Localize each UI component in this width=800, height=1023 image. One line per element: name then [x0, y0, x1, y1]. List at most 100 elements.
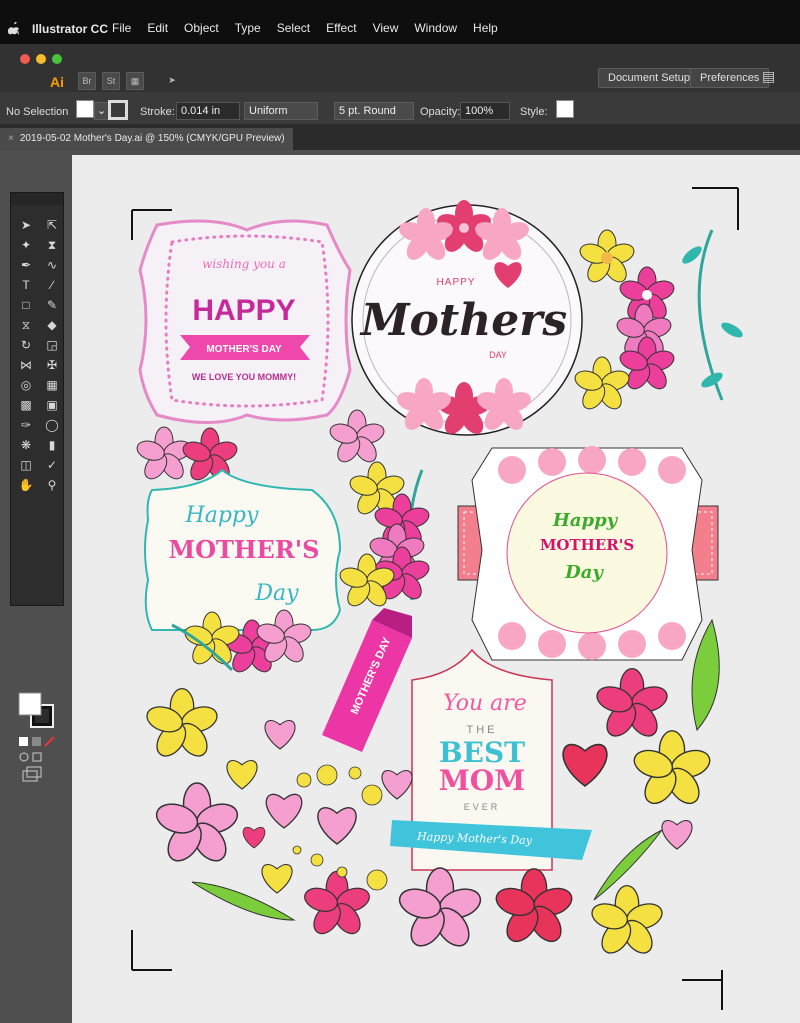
- symbol-sprayer-tool-icon[interactable]: ❋: [17, 437, 35, 453]
- mesh-tool-icon[interactable]: ▩: [17, 397, 35, 413]
- badge5-ever: EVER: [464, 802, 501, 812]
- type-tool-icon[interactable]: T: [17, 277, 35, 293]
- graphic-style-swatch[interactable]: [556, 100, 574, 118]
- eyedropper-tool-icon[interactable]: ✑: [17, 417, 35, 433]
- blend-tool-icon[interactable]: ◯: [43, 417, 61, 433]
- flower-cluster-right[interactable]: [572, 229, 745, 414]
- apple-icon[interactable]: [8, 22, 20, 36]
- fill-dropdown-chevron-icon[interactable]: ⌄: [94, 102, 110, 120]
- shape-builder-tool-icon[interactable]: ◎: [17, 377, 35, 393]
- badge-happy-mothers-day-round[interactable]: HAPPY Mothers DAY: [351, 200, 583, 438]
- column-graph-tool-icon[interactable]: ▮: [43, 437, 61, 453]
- menu-edit[interactable]: Edit: [147, 21, 168, 35]
- perspective-grid-tool-icon[interactable]: ▦: [43, 377, 61, 393]
- close-tab-icon[interactable]: ×: [8, 133, 14, 144]
- pen-tool-icon[interactable]: ✒: [17, 257, 35, 273]
- control-bar: No Selection ⌄ Stroke: 0.014 in Uniform …: [0, 92, 800, 124]
- menu-file[interactable]: File: [112, 21, 131, 35]
- window-controls: [20, 54, 62, 64]
- puppet-warp-tool-icon[interactable]: ✠: [43, 357, 61, 373]
- badge3-happy: Happy: [185, 503, 259, 528]
- badge2-day: DAY: [489, 350, 507, 360]
- gpu-performance-icon[interactable]: ➤: [164, 72, 180, 88]
- rotate-tool-icon[interactable]: ↻: [17, 337, 35, 353]
- menu-object[interactable]: Object: [184, 21, 219, 35]
- badge4-mothers: MOTHER'S: [540, 536, 634, 554]
- document-tab-bar: × 2019-05-02 Mother's Day.ai @ 150% (CMYK…: [0, 124, 800, 150]
- document-tab[interactable]: × 2019-05-02 Mother's Day.ai @ 150% (CMYK…: [0, 128, 293, 150]
- small-flowers-left[interactable]: [134, 409, 387, 485]
- document-tab-title: 2019-05-02 Mother's Day.ai @ 150% (CMYK/…: [19, 133, 285, 144]
- menu-window[interactable]: Window: [414, 21, 457, 35]
- badge3-day: Day: [254, 581, 299, 606]
- system-menu-bar: Illustrator CC File Edit Object Type Sel…: [0, 0, 800, 44]
- badge-happy-mothers-day-cream[interactable]: Happy MOTHER'S Day: [457, 446, 719, 661]
- direct-selection-tool-icon[interactable]: ⇱: [43, 217, 61, 233]
- badge5-mom: MOM: [439, 764, 525, 797]
- selection-status: No Selection: [6, 106, 69, 118]
- selection-tool-icon[interactable]: ➤: [17, 217, 35, 233]
- menu-view[interactable]: View: [373, 21, 399, 35]
- zoom-window-button[interactable]: [52, 54, 62, 64]
- flower-column-center[interactable]: [337, 461, 432, 611]
- align-panel-icon[interactable]: ▤: [762, 68, 782, 86]
- artboard-tool-icon[interactable]: ◫: [17, 457, 35, 473]
- variable-width-profile-select[interactable]: Uniform: [244, 102, 318, 120]
- badge1-happy: HAPPY: [192, 294, 295, 327]
- paintbrush-tool-icon[interactable]: ✎: [43, 297, 61, 313]
- badge-best-mom[interactable]: You are THE BEST MOM EVER Happy Mother's…: [390, 648, 592, 871]
- badge2-mothers: Mothers: [359, 295, 567, 346]
- menu-select[interactable]: Select: [277, 21, 310, 35]
- line-tool-icon[interactable]: ∕: [43, 277, 61, 293]
- width-tool-icon[interactable]: ⋈: [17, 357, 35, 373]
- close-window-button[interactable]: [20, 54, 30, 64]
- magic-wand-tool-icon[interactable]: ✦: [17, 237, 35, 253]
- curvature-tool-icon[interactable]: ∿: [43, 257, 61, 273]
- gradient-tool-icon[interactable]: ▣: [43, 397, 61, 413]
- rectangle-tool-icon[interactable]: □: [17, 297, 35, 313]
- stroke-label: Stroke:: [140, 106, 175, 118]
- badge-happy-mothers-day-pink[interactable]: wishing you a HAPPY MOTHER'S DAY WE LOVE…: [138, 219, 352, 424]
- preferences-button[interactable]: Preferences: [690, 68, 770, 88]
- badge2-happy: HAPPY: [437, 277, 476, 288]
- ribbon-mothers-day[interactable]: MOTHER'S DAY: [322, 608, 412, 752]
- application-bar: Ai Br St ▦ ➤ Document Setup Preferences …: [0, 44, 800, 92]
- illustrator-logo: Ai: [50, 74, 64, 90]
- tool-grid: ➤ ⇱ ✦ ⧗ ✒ ∿ T ∕ □ ✎ ⧖ ◆ ↻ ◲ ⋈ ✠ ◎ ▦ ▩ ▣ …: [17, 217, 63, 493]
- tools-panel: ➤ ⇱ ✦ ⧗ ✒ ∿ T ∕ □ ✎ ⧖ ◆ ↻ ◲ ⋈ ✠ ◎ ▦ ▩ ▣ …: [10, 192, 64, 782]
- hand-tool-icon[interactable]: ✋: [17, 477, 35, 493]
- style-label: Style:: [520, 106, 548, 118]
- menu-effect[interactable]: Effect: [326, 21, 356, 35]
- fill-stroke-indicator[interactable]: [17, 691, 59, 791]
- document-setup-button[interactable]: Document Setup: [598, 68, 700, 88]
- badge1-ribbon: MOTHER'S DAY: [206, 344, 282, 355]
- badge5-you-are: You are: [443, 691, 527, 716]
- scale-tool-icon[interactable]: ◲: [43, 337, 61, 353]
- arrange-documents-icon[interactable]: ▦: [126, 72, 144, 90]
- artwork[interactable]: wishing you a HAPPY MOTHER'S DAY WE LOVE…: [72, 170, 800, 1023]
- badge-happy-mothers-day-teal[interactable]: Happy MOTHER'S Day: [144, 468, 342, 677]
- opacity-label: Opacity:: [420, 106, 461, 118]
- bridge-button[interactable]: Br: [78, 72, 96, 90]
- stock-button[interactable]: St: [102, 72, 120, 90]
- stroke-weight-input[interactable]: 0.014 in: [176, 102, 240, 120]
- badge3-mothers: MOTHER'S: [169, 535, 320, 564]
- tools-panel-header[interactable]: [11, 193, 63, 205]
- fill-swatch[interactable]: [76, 100, 94, 118]
- menu-type[interactable]: Type: [235, 21, 261, 35]
- badge1-bottom: WE LOVE YOU MOMMY!: [192, 372, 296, 382]
- slice-tool-icon[interactable]: ✓: [43, 457, 61, 473]
- brush-definition-select[interactable]: 5 pt. Round: [334, 102, 414, 120]
- app-menu-name[interactable]: Illustrator CC: [32, 22, 108, 36]
- minimize-window-button[interactable]: [36, 54, 46, 64]
- badge5-the: THE: [467, 724, 498, 736]
- lasso-tool-icon[interactable]: ⧗: [43, 237, 61, 253]
- zoom-tool-icon[interactable]: ⚲: [43, 477, 61, 493]
- badge4-happy: Happy: [552, 510, 619, 531]
- eraser-tool-icon[interactable]: ◆: [43, 317, 61, 333]
- menu-help[interactable]: Help: [473, 21, 498, 35]
- opacity-input[interactable]: 100%: [460, 102, 510, 120]
- shaper-tool-icon[interactable]: ⧖: [17, 317, 35, 333]
- menu-list: File Edit Object Type Select Effect View…: [112, 21, 498, 35]
- stroke-swatch[interactable]: [108, 100, 128, 120]
